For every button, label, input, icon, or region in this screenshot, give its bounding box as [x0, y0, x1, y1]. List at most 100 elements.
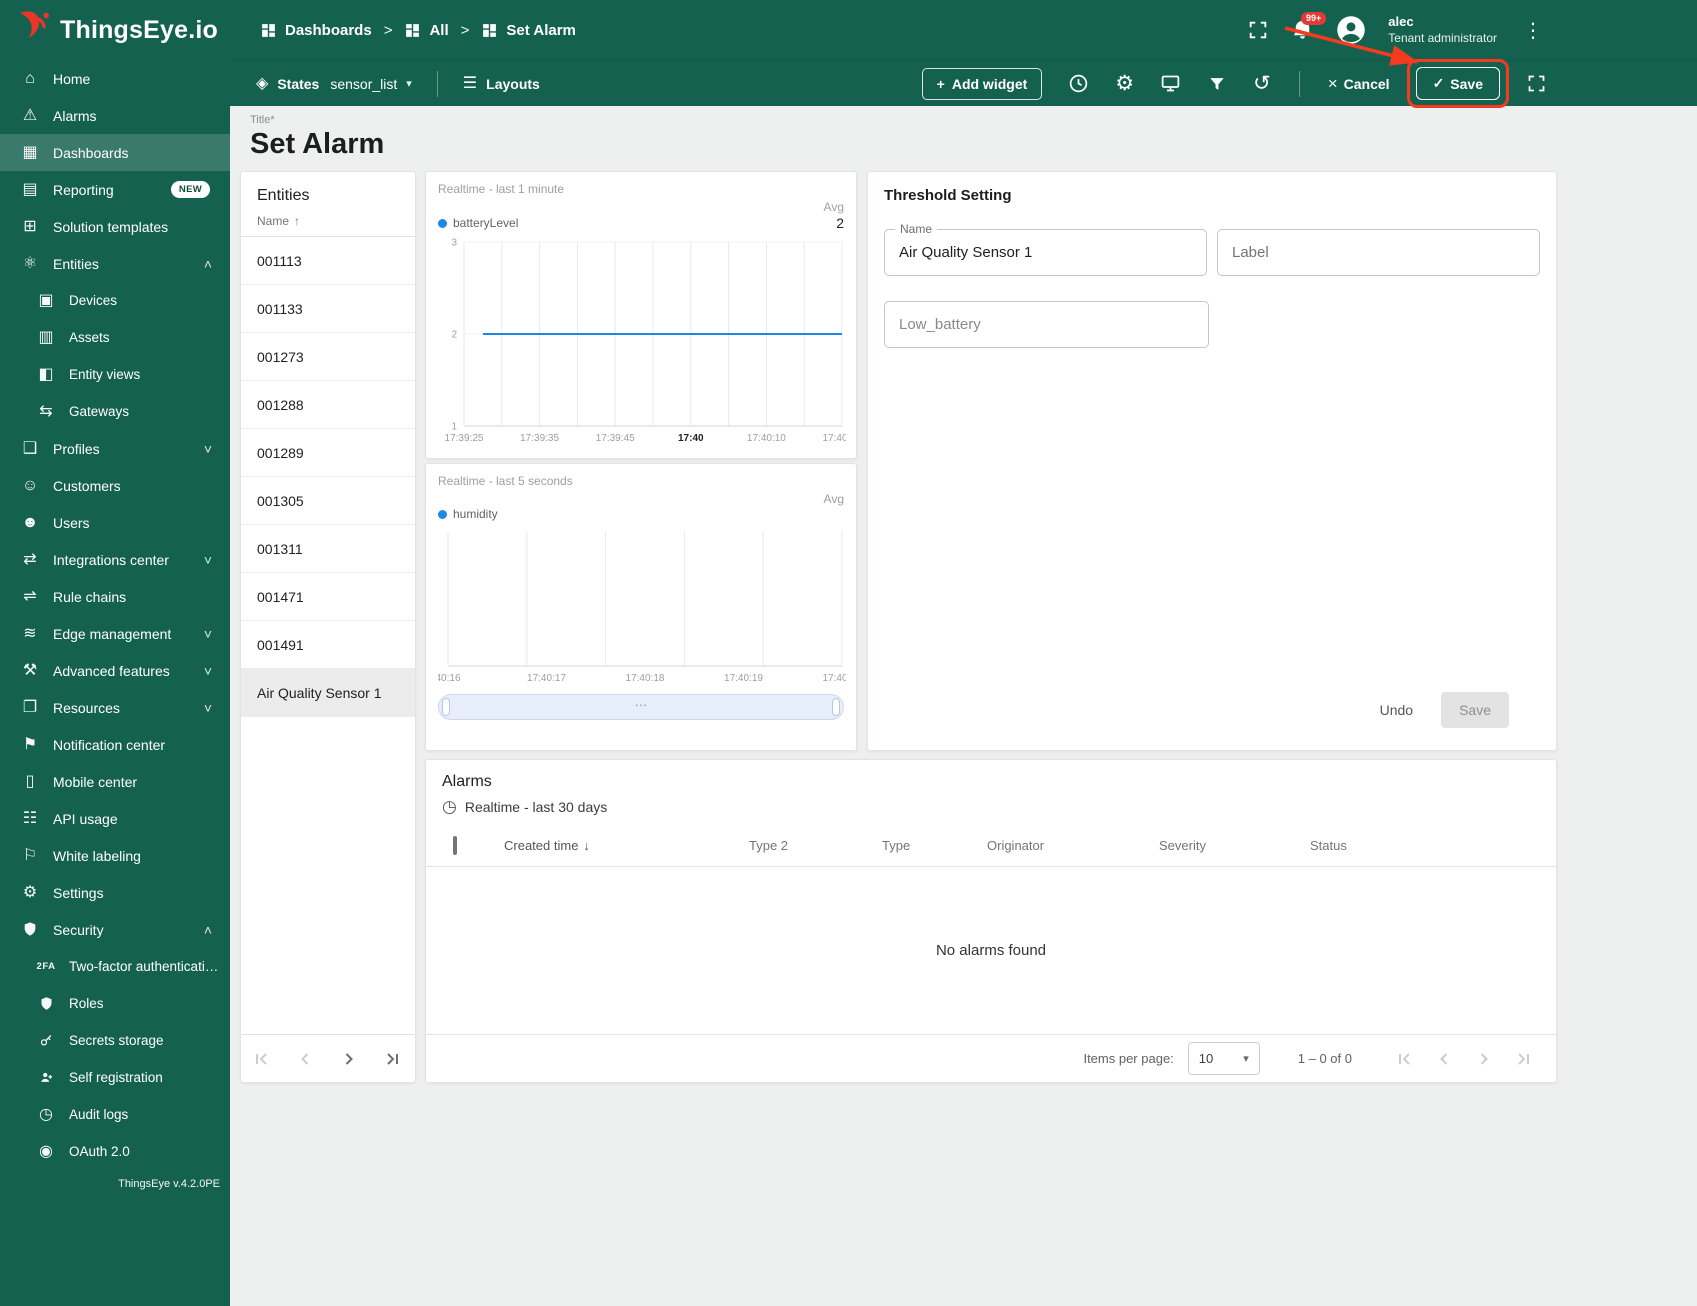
- entity-row[interactable]: 001311: [241, 525, 415, 573]
- sidebar-item-resources[interactable]: ❐ Resources ˅: [0, 689, 230, 726]
- series-name[interactable]: batteryLevel: [453, 216, 518, 230]
- entity-row[interactable]: 001113: [241, 237, 415, 285]
- version-history-icon[interactable]: ↺: [1253, 73, 1271, 94]
- next-page-icon[interactable]: [1474, 1049, 1494, 1069]
- cancel-button[interactable]: × Cancel: [1328, 74, 1390, 94]
- header-actions: 99+ alec Tenant administrator ⋮: [1247, 11, 1547, 45]
- entities-column-header[interactable]: Name ↑: [241, 214, 415, 237]
- sidebar-item-rule-chains[interactable]: ⇌ Rule chains: [0, 578, 230, 615]
- sidebar-item-assets[interactable]: ▥ Assets: [0, 319, 230, 356]
- time-range-scrollbar[interactable]: ⋯: [438, 694, 844, 720]
- sidebar-item-api-usage[interactable]: ☷ API usage: [0, 800, 230, 837]
- sidebar-item-white-labeling[interactable]: ⚐ White labeling: [0, 837, 230, 874]
- layouts-button[interactable]: Layouts: [486, 76, 540, 92]
- sidebar-item-integrations-center[interactable]: ⇄ Integrations center ˅: [0, 541, 230, 578]
- threshold-value-input[interactable]: [899, 316, 1194, 333]
- sidebar-item-security[interactable]: Security ˄: [0, 911, 230, 948]
- column-type-2[interactable]: Type 2: [749, 838, 882, 853]
- entity-row[interactable]: 001289: [241, 429, 415, 477]
- sidebar-item-notification-center[interactable]: ⚑ Notification center: [0, 726, 230, 763]
- new-badge: NEW: [170, 181, 210, 198]
- more-menu-icon[interactable]: ⋮: [1519, 18, 1547, 43]
- label-input[interactable]: [1232, 244, 1525, 261]
- sidebar-item-entities[interactable]: ⚛ Entities ˄: [0, 245, 230, 282]
- entity-row[interactable]: 001491: [241, 621, 415, 669]
- expand-fullscreen-icon[interactable]: [1526, 73, 1547, 94]
- sidebar-item-mobile-center[interactable]: ▯ Mobile center: [0, 763, 230, 800]
- entity-row-selected[interactable]: Air Quality Sensor 1: [241, 669, 415, 717]
- breadcrumb-dashboards[interactable]: Dashboards: [260, 22, 372, 39]
- add-widget-button[interactable]: + Add widget: [921, 67, 1043, 100]
- column-created-time[interactable]: Created time ↓: [504, 838, 749, 853]
- column-status[interactable]: Status: [1310, 838, 1556, 853]
- entity-aliases-icon[interactable]: [1160, 73, 1181, 94]
- column-type[interactable]: Type: [882, 838, 987, 853]
- sidebar-item-reporting[interactable]: ▤ Reporting NEW: [0, 171, 230, 208]
- entity-row[interactable]: 001273: [241, 333, 415, 381]
- prev-page-icon[interactable]: [1434, 1049, 1454, 1069]
- sidebar-item-users[interactable]: ☻ Users: [0, 504, 230, 541]
- name-input[interactable]: [899, 244, 1192, 261]
- prev-page-icon[interactable]: [295, 1049, 315, 1069]
- fullscreen-icon[interactable]: [1247, 19, 1269, 41]
- last-page-icon[interactable]: [1514, 1049, 1534, 1069]
- chevron-down-icon[interactable]: ▾: [406, 77, 412, 90]
- column-severity[interactable]: Severity: [1159, 838, 1310, 853]
- sidebar-item-audit-logs[interactable]: ◷ Audit logs: [0, 1096, 230, 1133]
- entity-row[interactable]: 001305: [241, 477, 415, 525]
- select-all-checkbox[interactable]: [453, 836, 457, 855]
- dashboard-settings-gear-icon[interactable]: ⚙: [1115, 73, 1134, 94]
- app-version: ThingsEye v.4.2.0PE: [118, 1178, 220, 1190]
- threshold-save-button[interactable]: Save: [1441, 692, 1509, 728]
- series-name[interactable]: humidity: [453, 507, 498, 521]
- chevron-down-icon: ˅: [203, 625, 212, 642]
- settings-gear-icon: ⚙: [22, 883, 38, 901]
- header-checkbox-cell: [426, 836, 504, 855]
- sidebar-item-edge-management[interactable]: ≋ Edge management ˅: [0, 615, 230, 652]
- undo-button[interactable]: Undo: [1380, 702, 1413, 718]
- sidebar-item-two-factor[interactable]: 2FA Two-factor authenticati…: [0, 948, 230, 985]
- sidebar-item-profiles[interactable]: ❑ Profiles ˅: [0, 430, 230, 467]
- sidebar-item-settings[interactable]: ⚙ Settings: [0, 874, 230, 911]
- edge-management-icon: ≋: [23, 624, 37, 642]
- sidebar-item-customers[interactable]: ☺ Customers: [0, 467, 230, 504]
- brand[interactable]: ThingsEye.io: [0, 8, 232, 53]
- save-button[interactable]: ✓ Save: [1415, 67, 1500, 100]
- column-originator[interactable]: Originator: [987, 838, 1159, 853]
- first-page-icon[interactable]: [1394, 1049, 1414, 1069]
- mobile-center-icon: ▯: [25, 772, 35, 790]
- filters-icon[interactable]: [1207, 74, 1227, 94]
- sidebar-item-dashboards[interactable]: ▦ Dashboards: [0, 134, 230, 171]
- entity-row[interactable]: 001288: [241, 381, 415, 429]
- entity-row[interactable]: 001471: [241, 573, 415, 621]
- sidebar-item-secrets-storage[interactable]: Secrets storage: [0, 1022, 230, 1059]
- sidebar-item-oauth[interactable]: ◉ OAuth 2.0: [0, 1133, 230, 1170]
- sidebar-item-solution-templates[interactable]: ⊞ Solution templates: [0, 208, 230, 245]
- sidebar-item-home[interactable]: ⌂ Home: [0, 60, 230, 97]
- sidebar-item-alarms[interactable]: ⚠ Alarms: [0, 97, 230, 134]
- user-info[interactable]: alec Tenant administrator: [1388, 14, 1497, 45]
- breadcrumb-all[interactable]: All: [404, 22, 449, 39]
- breadcrumb-set-alarm[interactable]: Set Alarm: [481, 22, 576, 39]
- customers-icon: ☺: [21, 476, 39, 494]
- avatar[interactable]: [1336, 15, 1366, 45]
- state-select-value[interactable]: sensor_list: [330, 76, 397, 92]
- sidebar-item-roles[interactable]: Roles: [0, 985, 230, 1022]
- entity-row[interactable]: 001133: [241, 285, 415, 333]
- notifications-bell-icon[interactable]: 99+: [1291, 11, 1327, 42]
- timewindow-clock-icon[interactable]: [1068, 73, 1089, 94]
- next-page-icon[interactable]: [339, 1049, 359, 1069]
- scrollbar-left-handle[interactable]: [442, 698, 450, 716]
- sidebar-item-self-registration[interactable]: Self registration: [0, 1059, 230, 1096]
- sidebar-item-advanced-features[interactable]: ⚒ Advanced features ˅: [0, 652, 230, 689]
- items-per-page-select[interactable]: 10 ▾: [1187, 1042, 1260, 1075]
- sidebar-item-gateways[interactable]: ⇆ Gateways: [0, 393, 230, 430]
- sidebar-item-entity-views[interactable]: ◧ Entity views: [0, 356, 230, 393]
- first-page-icon[interactable]: [251, 1049, 271, 1069]
- app-header: ThingsEye.io Dashboards > All > Set Alar…: [0, 0, 1697, 60]
- profiles-icon: ❑: [22, 439, 38, 457]
- scrollbar-right-handle[interactable]: [832, 698, 840, 716]
- alarms-timewindow[interactable]: ◷ Realtime - last 30 days: [426, 793, 1556, 825]
- sidebar-item-devices[interactable]: ▣ Devices: [0, 282, 230, 319]
- last-page-icon[interactable]: [383, 1049, 403, 1069]
